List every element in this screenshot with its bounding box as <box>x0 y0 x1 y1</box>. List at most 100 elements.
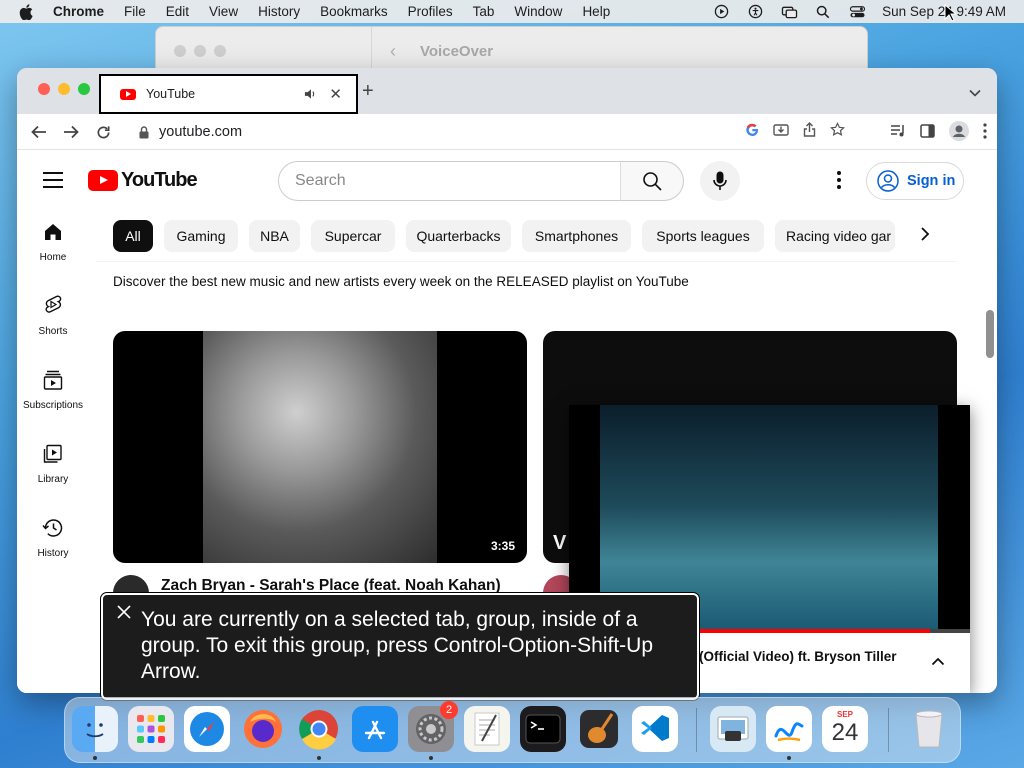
menu-tab[interactable]: Tab <box>473 4 495 19</box>
freeform-icon[interactable] <box>766 706 812 752</box>
url-text[interactable]: youtube.com <box>159 124 745 140</box>
accessibility-icon[interactable] <box>746 3 764 21</box>
menu-app-name[interactable]: Chrome <box>53 4 104 19</box>
youtube-sidebar: Home Shorts Subscriptions Library Histor… <box>17 210 89 693</box>
close-icon[interactable]: ✕ <box>329 85 342 103</box>
chrome-icon[interactable] <box>296 706 342 752</box>
scrollbar-thumb[interactable] <box>986 310 994 358</box>
preview-icon[interactable] <box>710 706 756 752</box>
sidebar-item-home[interactable]: Home <box>17 210 89 274</box>
speaker-icon[interactable] <box>304 88 317 100</box>
menu-view[interactable]: View <box>209 4 238 19</box>
install-app-icon[interactable] <box>773 123 789 142</box>
page-scrollbar[interactable] <box>983 210 997 693</box>
sidebar-item-history[interactable]: History <box>17 506 89 570</box>
apple-icon[interactable] <box>19 3 33 20</box>
chevron-down-icon[interactable] <box>969 84 981 102</box>
divider <box>371 27 372 72</box>
window-controls-inactive[interactable] <box>174 45 226 57</box>
reload-icon[interactable] <box>93 122 113 142</box>
voice-search-button[interactable] <box>700 161 740 201</box>
terminal-icon[interactable] <box>520 706 566 752</box>
textedit-icon[interactable] <box>464 706 510 752</box>
bookmark-star-icon[interactable] <box>829 121 846 142</box>
chip-racing-video-games[interactable]: Racing video gar <box>775 220 895 252</box>
history-icon <box>41 516 65 540</box>
side-panel-icon[interactable] <box>920 124 935 143</box>
promo-text[interactable]: Discover the best new music and new arti… <box>113 274 689 289</box>
play-circle-icon[interactable] <box>712 3 730 21</box>
tab-youtube[interactable]: YouTube ✕ <box>99 74 358 114</box>
sidebar-item-shorts[interactable]: Shorts <box>17 284 89 348</box>
chip-gaming[interactable]: Gaming <box>164 220 238 252</box>
dock: 2 SEP 24 <box>64 697 961 763</box>
sidebar-label: Home <box>39 252 67 263</box>
launchpad-icon[interactable] <box>128 706 174 752</box>
menu-history[interactable]: History <box>258 4 300 19</box>
mouse-cursor-icon <box>944 4 956 22</box>
chip-quarterbacks[interactable]: Quarterbacks <box>406 220 511 252</box>
chip-nba[interactable]: NBA <box>249 220 300 252</box>
voiceover-utility-window: ‹ VoiceOver <box>155 26 868 72</box>
trash-icon[interactable] <box>906 706 952 752</box>
search-button[interactable] <box>620 161 684 201</box>
channel-watermark: V <box>553 532 567 554</box>
profile-icon[interactable] <box>949 121 969 146</box>
lock-icon[interactable] <box>139 125 149 139</box>
menu-profiles[interactable]: Profiles <box>408 4 453 19</box>
forward-arrow-icon[interactable] <box>61 122 81 142</box>
sign-in-button[interactable]: Sign in <box>866 162 964 200</box>
menu-edit[interactable]: Edit <box>166 4 189 19</box>
sidebar-item-library[interactable]: Library <box>17 432 89 496</box>
app-store-icon[interactable] <box>352 706 398 752</box>
zoom-window-button[interactable] <box>78 83 90 95</box>
sign-in-label: Sign in <box>907 173 956 189</box>
chevron-left-icon[interactable]: ‹ <box>390 41 396 62</box>
address-bar[interactable]: youtube.com <box>125 117 855 147</box>
safari-icon[interactable] <box>184 706 230 752</box>
chip-sports-leagues[interactable]: Sports leagues <box>642 220 764 252</box>
dock-separator <box>888 708 889 752</box>
vscode-icon[interactable] <box>632 706 678 752</box>
spotlight-search-icon[interactable] <box>814 3 832 21</box>
chip-all[interactable]: All <box>113 220 153 252</box>
chevron-up-icon[interactable] <box>931 653 945 671</box>
media-controls-icon[interactable] <box>890 124 906 143</box>
menu-bookmarks[interactable]: Bookmarks <box>320 4 388 19</box>
chip-supercar[interactable]: Supercar <box>311 220 395 252</box>
subscriptions-icon <box>41 368 65 392</box>
menu-file[interactable]: File <box>124 4 146 19</box>
close-icon[interactable] <box>117 605 131 624</box>
system-settings-icon[interactable]: 2 <box>408 701 458 752</box>
youtube-header: YouTube Sign in <box>17 150 997 210</box>
finder-icon[interactable] <box>72 706 118 752</box>
miniplayer-title[interactable]: (Official Video) ft. Bryson Tiller <box>699 649 897 664</box>
garageband-icon[interactable] <box>576 706 622 752</box>
search-box[interactable] <box>278 161 621 201</box>
screen-mirroring-icon[interactable] <box>780 3 798 21</box>
firefox-icon[interactable] <box>240 706 286 752</box>
settings-menu-icon[interactable] <box>829 169 849 191</box>
back-arrow-icon[interactable] <box>29 122 49 142</box>
menu-window[interactable]: Window <box>514 4 562 19</box>
youtube-logo[interactable]: YouTube <box>88 169 198 192</box>
plus-icon[interactable]: + <box>362 80 374 103</box>
chevron-right-icon[interactable] <box>920 226 930 247</box>
sidebar-label: Shorts <box>38 326 68 337</box>
sidebar-item-subscriptions[interactable]: Subscriptions <box>17 358 89 422</box>
calendar-icon[interactable]: SEP 24 <box>822 706 868 752</box>
google-lens-icon[interactable] <box>745 123 759 142</box>
search-input[interactable] <box>295 172 595 190</box>
chrome-menu-icon[interactable] <box>983 123 987 144</box>
hamburger-menu-icon[interactable] <box>43 172 63 188</box>
notification-badge: 2 <box>440 701 458 719</box>
library-icon <box>41 442 65 466</box>
close-window-button[interactable] <box>38 83 50 95</box>
chip-smartphones[interactable]: Smartphones <box>522 220 631 252</box>
share-icon[interactable] <box>803 122 816 142</box>
control-center-icon[interactable] <box>848 3 866 21</box>
tab-title: YouTube <box>146 87 196 101</box>
menu-help[interactable]: Help <box>582 4 610 19</box>
minimize-window-button[interactable] <box>58 83 70 95</box>
video-thumbnail[interactable]: 3:35 <box>113 331 527 563</box>
